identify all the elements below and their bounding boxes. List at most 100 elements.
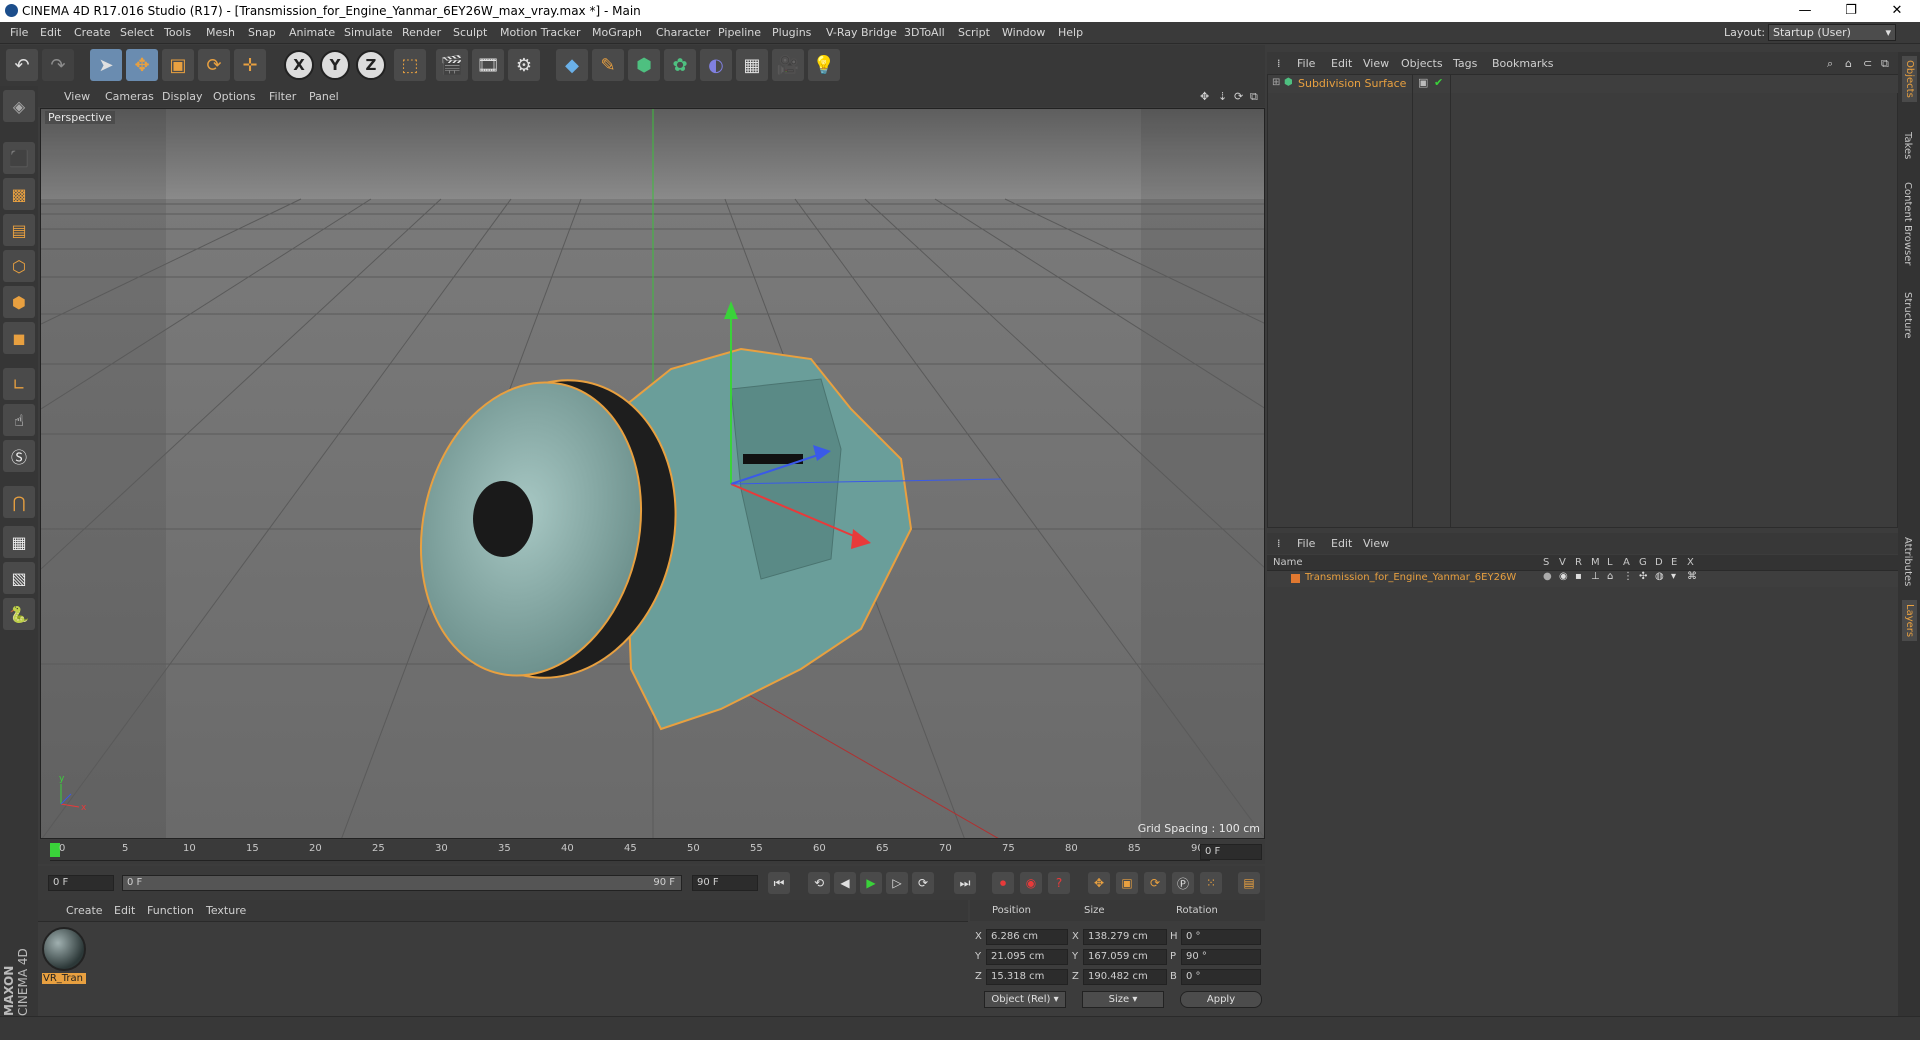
workplane-mode-button[interactable]: ▤ bbox=[3, 214, 35, 246]
go-to-end-button[interactable]: ⏭ bbox=[954, 872, 976, 894]
key-position-button[interactable]: ✥ bbox=[1088, 872, 1110, 894]
key-rotation-button[interactable]: ⟳ bbox=[1144, 872, 1166, 894]
vp-menu-display[interactable]: Display bbox=[162, 90, 203, 103]
floor-button[interactable]: ▦ bbox=[736, 49, 768, 81]
expand-icon[interactable]: ⊞ bbox=[1272, 77, 1280, 88]
z-axis-toggle[interactable]: Z bbox=[356, 50, 386, 80]
tab-takes[interactable]: Takes bbox=[1902, 132, 1913, 159]
menu-window[interactable]: Window bbox=[1002, 26, 1045, 39]
workplane-align-button[interactable]: ▧ bbox=[3, 562, 35, 594]
menu-3dtoall[interactable]: 3DToAll bbox=[904, 26, 945, 39]
vp-maximize-icon[interactable]: ⧉ bbox=[1250, 90, 1258, 104]
obj-menu-objects[interactable]: Objects bbox=[1401, 57, 1443, 70]
3d-viewport[interactable]: y x Perspective Grid Spacing : 100 cm bbox=[40, 108, 1265, 839]
menu-select[interactable]: Select bbox=[120, 26, 154, 39]
obj-menu-view[interactable]: View bbox=[1363, 57, 1389, 70]
vp-navigate-icon[interactable]: ✥ bbox=[1200, 90, 1209, 103]
rot-h-field[interactable]: 0 ° bbox=[1181, 929, 1261, 945]
vp-move-icon[interactable]: ⇣ bbox=[1218, 90, 1227, 103]
mat-menu-create[interactable]: Create bbox=[66, 904, 103, 917]
mat-menu-function[interactable]: Function bbox=[147, 904, 194, 917]
obj-menu-file[interactable]: File bbox=[1297, 57, 1315, 70]
start-frame-field[interactable]: 0 F bbox=[48, 875, 114, 891]
current-frame-field[interactable]: 0 F bbox=[1200, 844, 1262, 860]
vp-menu-filter[interactable]: Filter bbox=[269, 90, 296, 103]
xref-icon[interactable]: ⌘ bbox=[1687, 571, 1697, 582]
layer-row[interactable]: Transmission_for_Engine_Yanmar_6EY26W ● … bbox=[1267, 571, 1898, 587]
col-d[interactable]: D bbox=[1655, 557, 1663, 568]
menu-file[interactable]: File bbox=[10, 26, 28, 39]
layer-menu-view[interactable]: View bbox=[1363, 537, 1389, 550]
size-z-field[interactable]: 190.482 cm bbox=[1083, 969, 1167, 985]
menu-animate[interactable]: Animate bbox=[289, 26, 335, 39]
generators-icon[interactable]: ✣ bbox=[1639, 571, 1647, 582]
menu-render[interactable]: Render bbox=[402, 26, 441, 39]
enabled-check-icon[interactable]: ✔ bbox=[1434, 76, 1443, 89]
col-v[interactable]: V bbox=[1559, 557, 1566, 568]
menu-pipeline[interactable]: Pipeline bbox=[718, 26, 761, 39]
pos-x-field[interactable]: 6.286 cm bbox=[986, 929, 1068, 945]
snap-button[interactable]: Ⓢ bbox=[3, 440, 35, 472]
menu-mograph[interactable]: MoGraph bbox=[592, 26, 642, 39]
solo-icon[interactable]: ● bbox=[1543, 571, 1552, 582]
autokey-button[interactable]: ◉ bbox=[1020, 872, 1042, 894]
home-icon[interactable]: ⌂ bbox=[1845, 57, 1852, 70]
tab-content-browser[interactable]: Content Browser bbox=[1902, 182, 1913, 265]
coordinate-system-button[interactable]: ⬚ bbox=[394, 49, 426, 81]
size-x-field[interactable]: 138.279 cm bbox=[1083, 929, 1167, 945]
rot-b-field[interactable]: 0 ° bbox=[1181, 969, 1261, 985]
new-panel-icon[interactable]: ⧉ bbox=[1881, 57, 1889, 71]
search-icon[interactable]: ⌕ bbox=[1827, 57, 1833, 71]
previous-frame-button[interactable]: ◀ bbox=[834, 872, 856, 894]
camera-button[interactable]: 🎥 bbox=[772, 49, 804, 81]
apply-button[interactable]: Apply bbox=[1180, 991, 1262, 1008]
size-y-field[interactable]: 167.059 cm bbox=[1083, 949, 1167, 965]
visible-eye-icon[interactable]: ◉ bbox=[1559, 571, 1568, 582]
transform-tool-button[interactable]: ✛ bbox=[234, 49, 266, 81]
timeline-track[interactable]: 0 5 10 15 20 25 30 35 40 45 50 55 60 65 … bbox=[50, 843, 1210, 861]
coordinate-mode-select[interactable]: Object (Rel) ▾ bbox=[984, 991, 1066, 1008]
render-picture-viewer-button[interactable]: 🎞 bbox=[472, 49, 504, 81]
close-button[interactable]: ✕ bbox=[1874, 0, 1920, 22]
col-g[interactable]: G bbox=[1639, 557, 1647, 568]
magnet-button[interactable]: ⋂ bbox=[3, 486, 35, 518]
material-preview-sphere[interactable] bbox=[42, 927, 86, 971]
python-button[interactable]: 🐍 bbox=[3, 598, 35, 630]
polygons-mode-button[interactable]: ◼ bbox=[3, 322, 35, 354]
lock-workplane-button[interactable]: ▦ bbox=[3, 526, 35, 558]
go-to-start-button[interactable]: ⏮ bbox=[768, 872, 790, 894]
scale-tool-button[interactable]: ▣ bbox=[162, 49, 194, 81]
tab-layers[interactable]: Layers bbox=[1902, 600, 1917, 642]
menu-script[interactable]: Script bbox=[958, 26, 990, 39]
model-mode-button[interactable]: ⬛ bbox=[3, 142, 35, 174]
obj-menu-tags[interactable]: Tags bbox=[1453, 57, 1477, 70]
menu-mesh[interactable]: Mesh bbox=[206, 26, 235, 39]
vp-menu-view[interactable]: View bbox=[64, 90, 90, 103]
key-pla-button[interactable]: ⁙ bbox=[1200, 872, 1222, 894]
back-icon[interactable]: ⊂ bbox=[1863, 57, 1872, 70]
render-view-button[interactable]: 🎬 bbox=[436, 49, 468, 81]
expressions-icon[interactable]: ▾ bbox=[1671, 571, 1676, 582]
menu-motion-tracker[interactable]: Motion Tracker bbox=[500, 26, 580, 39]
redo-button[interactable]: ↷ bbox=[42, 49, 74, 81]
timeline-window-button[interactable]: ▤ bbox=[1238, 872, 1260, 894]
menu-tools[interactable]: Tools bbox=[164, 26, 191, 39]
object-name[interactable]: Subdivision Surface bbox=[1298, 77, 1406, 90]
make-editable-button[interactable]: ◈ bbox=[3, 90, 35, 122]
menu-help[interactable]: Help bbox=[1058, 26, 1083, 39]
layer-menu-edit[interactable]: Edit bbox=[1331, 537, 1352, 550]
vp-menu-cameras[interactable]: Cameras bbox=[105, 90, 154, 103]
record-keys-button[interactable]: ⏺ bbox=[992, 872, 1014, 894]
timeline-ruler[interactable]: 0 5 10 15 20 25 30 35 40 45 50 55 60 65 … bbox=[38, 840, 1265, 864]
deformers-icon[interactable]: ◍ bbox=[1655, 571, 1664, 582]
editor-visible-icon[interactable]: ▣ bbox=[1418, 76, 1428, 89]
texture-mode-button[interactable]: ▩ bbox=[3, 178, 35, 210]
material-name[interactable]: VR_Tran bbox=[42, 973, 86, 984]
menu-vray-bridge[interactable]: V-Ray Bridge bbox=[826, 26, 897, 39]
pos-y-field[interactable]: 21.095 cm bbox=[986, 949, 1068, 965]
subdivision-button[interactable]: ⬢ bbox=[628, 49, 660, 81]
menu-character[interactable]: Character bbox=[656, 26, 710, 39]
obj-menu-bookmarks[interactable]: Bookmarks bbox=[1492, 57, 1553, 70]
pos-z-field[interactable]: 15.318 cm bbox=[986, 969, 1068, 985]
rot-p-field[interactable]: 90 ° bbox=[1181, 949, 1261, 965]
